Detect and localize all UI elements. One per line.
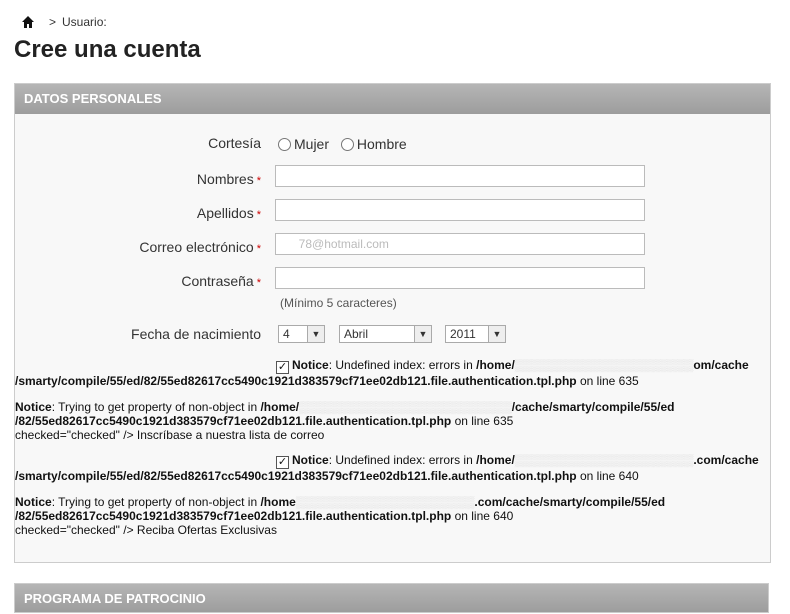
notice-file: /82/55ed82617cc5490c1921d383579cf71ee02d… [15, 414, 452, 428]
notice-path: /home/ [260, 400, 300, 414]
email-label-text: Correo electrónico [139, 239, 254, 255]
password-hint: (Mínimo 5 caracteres) [280, 296, 397, 310]
required-mark: * [256, 209, 261, 221]
notice-bold: Notice [292, 358, 329, 372]
php-notice: ✓ Notice: Undefined index: errors in /hom… [15, 358, 749, 388]
radio-hombre[interactable]: Hombre [340, 136, 407, 152]
radio-hombre-label: Hombre [356, 136, 407, 152]
notice-file: /smarty/compile/55/ed/82/55ed82617cc5490… [15, 469, 577, 483]
month-select[interactable]: Abril ▼ [339, 325, 432, 343]
last-name-label: Apellidos * [197, 205, 261, 221]
notice-bold: Notice [15, 400, 52, 414]
notice-text: : Trying to get property of non-object i… [51, 400, 261, 414]
notice-line: on line 635 [451, 414, 514, 428]
breadcrumb: > Usuario: [21, 15, 107, 29]
courtesy-label: Cortesía [208, 135, 261, 151]
chevron-down-icon: ▼ [488, 326, 505, 342]
required-mark: * [256, 243, 261, 255]
newsletter-checkbox[interactable]: ✓ [276, 361, 289, 374]
chevron-down-icon: ▼ [414, 326, 431, 342]
notice-text: : Undefined index: errors in [328, 358, 477, 372]
radio-icon[interactable] [278, 137, 291, 151]
password-label: Contraseña * [181, 273, 261, 289]
month-value: Abril [344, 327, 369, 341]
notice-path: /home/ [476, 358, 515, 372]
notice-path: om/cache [693, 358, 749, 372]
notice-path: .com/cache [693, 453, 759, 467]
email-label: Correo electrónico * [139, 239, 261, 255]
notice-path: /home [260, 495, 296, 509]
birthdate-label: Fecha de nacimiento [131, 326, 261, 342]
last-name-label-text: Apellidos [196, 205, 254, 221]
breadcrumb-current: Usuario: [62, 15, 107, 29]
day-value: 4 [283, 327, 290, 341]
notice-file: /smarty/compile/55/ed/82/55ed82617cc5490… [15, 374, 577, 388]
offers-checkbox[interactable]: ✓ [276, 456, 289, 469]
day-select[interactable]: 4 ▼ [278, 325, 325, 343]
notice-path: /cache/smarty/compile/55/ed [511, 400, 675, 414]
chevron-down-icon: ▼ [307, 326, 324, 342]
notice-line: on line 635 [576, 374, 639, 388]
notice-line: on line 640 [576, 469, 639, 483]
php-notice: Notice: Trying to get property of non-ob… [15, 495, 665, 537]
home-icon[interactable] [21, 15, 35, 29]
notice-bold: Notice [15, 495, 52, 509]
php-notice: Notice: Trying to get property of non-ob… [15, 400, 674, 442]
notice-path: .com/cache/smarty/compile/55/ed [474, 495, 666, 509]
required-mark: * [256, 175, 261, 187]
radio-mujer[interactable]: Mujer [278, 136, 329, 152]
breadcrumb-separator: > [49, 15, 57, 29]
redacted-path: ▒▒▒▒▒▒▒▒▒▒▒▒▒▒▒▒▒▒▒▒▒ [514, 453, 694, 467]
year-select[interactable]: 2011 ▼ [445, 325, 506, 343]
email-input[interactable]: 78@hotmail.com [275, 233, 645, 255]
password-label-text: Contraseña [181, 273, 254, 289]
redacted-path: ▒▒▒▒▒▒▒▒▒▒▒▒▒▒▒▒▒▒▒▒▒▒▒▒▒ [299, 400, 512, 414]
redacted-path: ▒▒▒▒▒▒▒▒▒▒▒▒▒▒▒▒▒▒▒▒▒ [295, 495, 475, 509]
notice-file: /82/55ed82617cc5490c1921d383579cf71ee02d… [15, 509, 452, 523]
first-name-label-text: Nombres [196, 171, 254, 187]
year-value: 2011 [450, 327, 476, 341]
required-mark: * [256, 277, 261, 289]
notice-text: : Undefined index: errors in [328, 453, 477, 467]
radio-icon[interactable] [340, 137, 354, 151]
personal-data-panel: DATOS PERSONALES Cortesía Mujer Hombre N… [14, 83, 771, 563]
newsletter-label: checked="checked" /> Inscríbase a nuestr… [15, 428, 325, 442]
notice-bold: Notice [292, 453, 329, 467]
php-notice: ✓ Notice: Undefined index: errors in /hom… [15, 453, 759, 483]
last-name-input[interactable] [275, 199, 645, 221]
redacted-path: ▒▒▒▒▒▒▒▒▒▒▒▒▒▒▒▒▒▒▒▒▒ [514, 358, 694, 372]
notice-text: : Trying to get property of non-object i… [51, 495, 261, 509]
page-title: Cree una cuenta [14, 36, 201, 63]
notice-line: on line 640 [451, 509, 514, 523]
first-name-input[interactable] [275, 165, 645, 187]
first-name-label: Nombres * [197, 171, 261, 187]
password-input[interactable] [275, 267, 645, 289]
offers-label: checked="checked" /> Reciba Ofertas Excl… [15, 523, 277, 537]
sponsor-section-title: PROGRAMA DE PATROCINIO [14, 583, 769, 613]
notice-path: /home/ [476, 453, 515, 467]
section-title: DATOS PERSONALES [15, 84, 770, 114]
radio-mujer-label: Mujer [294, 136, 330, 152]
